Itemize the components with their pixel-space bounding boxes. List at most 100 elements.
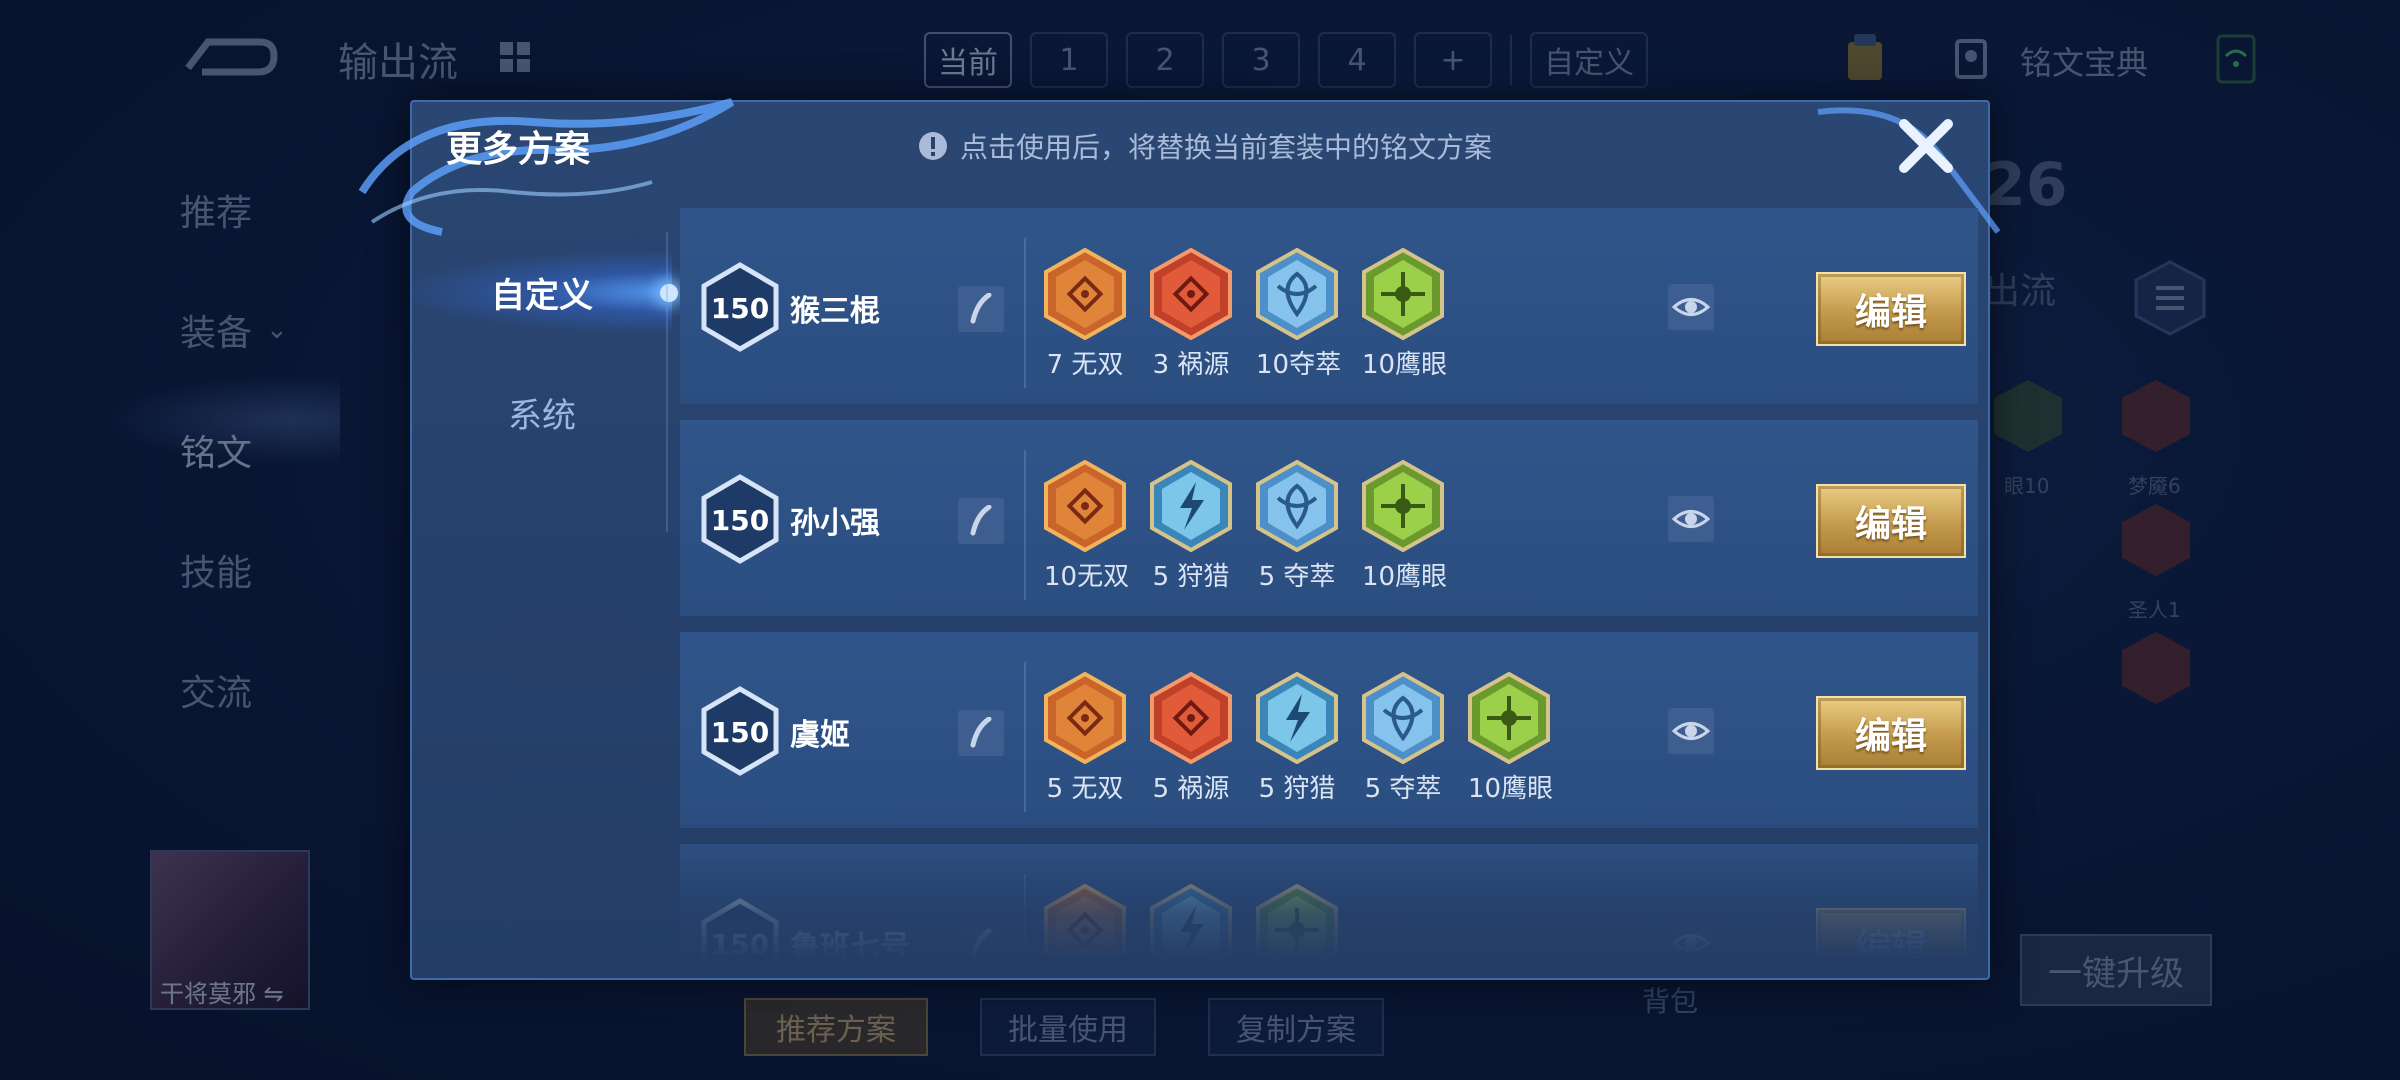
scheme-row[interactable]: 150 孙小强 10无双 5 狩猎 5 夺萃 10鹰眼 编辑 (680, 420, 1978, 616)
edit-button[interactable]: 编辑 (1816, 696, 1966, 770)
nav-item-skills[interactable]: 技能 (120, 510, 380, 630)
chevron-down-icon: ⌄ (266, 315, 288, 345)
pen-icon (970, 505, 992, 536)
bg-green-rune-icon (1994, 380, 2062, 452)
rune-label: 5 祸源 (1152, 774, 1230, 804)
scheme-tab-4[interactable]: 4 (1318, 32, 1396, 88)
scheme-list[interactable]: 150 猴三棍 7 无双 3 祸源 10夺萃 10鹰眼 编辑 150 孙小强 10无双 5 狩猎 5 … (680, 208, 1978, 960)
grid-icon[interactable] (498, 40, 532, 74)
preview-button[interactable] (1668, 708, 1714, 754)
scheme-level: 150 (711, 716, 769, 749)
codex-icon[interactable] (1954, 38, 1988, 80)
copy-scheme-button[interactable]: 复制方案 (1208, 998, 1384, 1056)
scheme-tab-1[interactable]: 1 (1030, 32, 1108, 88)
rename-button[interactable] (958, 922, 1004, 960)
bg-red-rune-icon (2122, 632, 2190, 704)
preview-button[interactable] (1668, 284, 1714, 330)
green-rune-icon (1256, 884, 1338, 960)
blue-rune-icon (1256, 248, 1338, 340)
active-indicator-dot (660, 284, 678, 302)
rune-item: 5 夺萃 (1362, 672, 1444, 805)
one-click-upgrade-button[interactable]: 一键升级 (2020, 934, 2212, 1006)
close-icon[interactable] (1894, 114, 1958, 178)
rune-label: 5 狩猎 (1258, 774, 1336, 804)
eye-icon (1671, 510, 1711, 528)
rename-button[interactable] (958, 286, 1004, 332)
scheme-name-label: 出流 (1984, 271, 2057, 312)
rune-label: 5 夺萃 (1258, 562, 1336, 592)
preview-button[interactable] (1668, 920, 1714, 960)
row-divider (1024, 450, 1026, 600)
rune-item (1256, 884, 1338, 960)
rune-item: 10夺萃 (1256, 248, 1342, 381)
rune-label: 3 祸源 (1152, 350, 1230, 380)
rune-label: 5 狩猎 (1152, 562, 1230, 592)
rune-item: 5 狩猎 (1256, 672, 1338, 805)
rune-label: 10夺萃 (1256, 350, 1342, 380)
rename-button[interactable] (958, 498, 1004, 544)
rune-label: 5 无双 (1046, 774, 1124, 804)
menu-icon[interactable] (2130, 258, 2210, 338)
scheme-row[interactable]: 150 虞姬 5 无双 5 祸源 5 狩猎 5 夺萃 10鹰眼 编辑 (680, 632, 1978, 828)
hint-text: 点击使用后，将替换当前套装中的铭文方案 (960, 131, 1493, 164)
rune-item: 5 无双 (1044, 672, 1126, 805)
rune-label: 10无双 (1044, 562, 1130, 592)
red-rune-icon (1150, 672, 1232, 764)
edit-button[interactable]: 编辑 (1816, 908, 1966, 960)
tab-system[interactable]: 系统 (412, 352, 672, 472)
scheme-name: 孙小强 (790, 506, 880, 541)
rename-button[interactable] (958, 710, 1004, 756)
more-schemes-modal: 更多方案 点击使用后，将替换当前套装中的铭文方案 自定义 系统 150 猴三棍 7 … (358, 98, 2001, 980)
nav-item-runes[interactable]: 铭文 (120, 390, 380, 510)
scheme-tabs: 当前 1 2 3 4 + 自定义 (924, 30, 1648, 90)
rune-label: 7 无双 (1046, 350, 1124, 380)
bg-rune-label: 眼10 (2004, 474, 2050, 498)
nav-item-equipment[interactable]: 装备 ⌄ (120, 270, 380, 390)
scheme-row[interactable]: 150 鲁班七号 编辑 (680, 844, 1978, 960)
batch-use-button[interactable]: 批量使用 (980, 998, 1156, 1056)
preview-button[interactable] (1668, 496, 1714, 542)
pen-icon (970, 929, 992, 960)
codex-label[interactable]: 铭文宝典 (2020, 38, 2148, 84)
orange-rune-icon (1044, 460, 1126, 552)
scheme-name: 猴三棍 (790, 294, 880, 329)
treasure-bag-icon[interactable] (1842, 30, 1888, 84)
hero-name[interactable]: 干将莫邪 ⇋ (160, 974, 284, 1009)
orange-rune-icon (1044, 672, 1126, 764)
green-rune-icon (1362, 460, 1444, 552)
scheme-row[interactable]: 150 猴三棍 7 无双 3 祸源 10夺萃 10鹰眼 编辑 (680, 208, 1978, 404)
rune-list: 7 无双 3 祸源 10夺萃 10鹰眼 (1044, 248, 1448, 381)
green-rune-icon (1468, 672, 1550, 764)
lightning-rune-icon (1256, 672, 1338, 764)
scheme-tab-custom[interactable]: 自定义 (1530, 32, 1648, 88)
scheme-tab-add[interactable]: + (1414, 32, 1492, 88)
orange-rune-icon (1044, 248, 1126, 340)
recommend-scheme-button[interactable]: 推荐方案 (744, 998, 928, 1056)
nav-item-recommend[interactable]: 推荐 (120, 150, 380, 270)
info-icon (919, 132, 947, 160)
rune-item (1150, 884, 1232, 960)
pen-icon (970, 293, 992, 324)
rune-item: 5 祸源 (1150, 672, 1232, 805)
lightning-rune-icon (1150, 884, 1232, 960)
edit-button[interactable]: 编辑 (1816, 272, 1966, 346)
tab-custom[interactable]: 自定义 (412, 232, 678, 352)
page-title: 输出流 (338, 40, 458, 86)
red-rune-icon (1150, 248, 1232, 340)
backpack-label[interactable]: 背包 (1642, 980, 1698, 1020)
back-arrow-icon[interactable] (178, 28, 278, 84)
rune-label: 10鹰眼 (1362, 350, 1448, 380)
nav-item-community[interactable]: 交流 (120, 630, 380, 750)
scheme-name: 鲁班七号 (790, 930, 910, 960)
scheme-tab-current[interactable]: 当前 (924, 32, 1012, 88)
scheme-level: 150 (711, 292, 769, 325)
rune-item: 5 夺萃 (1256, 460, 1338, 593)
wifi-signal-icon (2216, 34, 2256, 84)
eye-icon (1671, 934, 1711, 952)
scheme-category-menu: 自定义 系统 (412, 232, 678, 532)
rune-item: 10无双 (1044, 460, 1130, 593)
scheme-tab-2[interactable]: 2 (1126, 32, 1204, 88)
left-nav: 推荐 装备 ⌄ 铭文 技能 交流 (120, 150, 380, 750)
scheme-tab-3[interactable]: 3 (1222, 32, 1300, 88)
edit-button[interactable]: 编辑 (1816, 484, 1966, 558)
